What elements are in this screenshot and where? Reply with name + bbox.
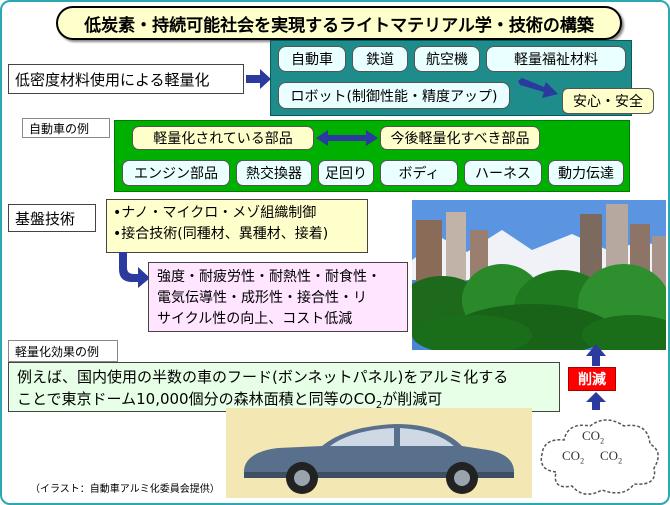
result-line: 強度・耐疲労性・耐熱性・耐食性・	[157, 269, 381, 285]
curved-arrow-icon	[119, 252, 150, 288]
auto-example-tag: 自動車の例	[22, 118, 110, 138]
part-item: 熱交換器	[236, 160, 312, 186]
effect-line: 例えば、国内使用の半数の車のフード(ボンネットパネル)をアルミ化する	[17, 368, 509, 386]
illustration-credit: （イラスト：自動車アルミ化委員会提供）	[30, 484, 220, 495]
current-parts-label: 軽量化されている部品	[132, 126, 314, 150]
application-item: ロボット(制御性能・精度アップ)	[278, 82, 510, 109]
part-item: エンジン部品	[122, 160, 230, 186]
application-item: 軽量福祉材料	[486, 46, 626, 72]
outcome-badge: 安心・安全	[562, 88, 654, 114]
effect-tag: 軽量化効果の例	[8, 340, 118, 362]
co2-label: CO2	[562, 448, 585, 466]
double-arrow-icon	[316, 130, 378, 146]
result-line: 電気伝導性・成形性・接合性・リ	[157, 290, 367, 306]
reduction-badge: 削減	[568, 367, 616, 391]
arrow-up-icon	[586, 344, 606, 366]
lightweighting-label: 低密度材料使用による軽量化	[8, 64, 244, 94]
part-item: ハーネス	[464, 160, 542, 186]
arrow-right-icon	[246, 69, 271, 89]
co2-cloud-icon	[540, 419, 659, 495]
slide: 低炭素・持続可能社会を実現するライトマテリアル学・技術の構築 低密度材料使用によ…	[0, 0, 670, 505]
application-item: 自動車	[278, 46, 346, 72]
car-illustration	[226, 408, 532, 498]
effect-box: 例えば、国内使用の半数の車のフード(ボンネットパネル)をアルミ化する ことで東京…	[8, 362, 560, 412]
base-tech-label: 基盤技術	[8, 204, 96, 232]
application-item: 鉄道	[352, 46, 408, 72]
future-parts-label: 今後軽量化すべき部品	[380, 126, 540, 150]
result-line: サイクル性の向上、コスト低減	[157, 311, 353, 327]
co2-label: CO2	[600, 448, 623, 466]
result-box: 強度・耐疲労性・耐熱性・耐食性・ 電気伝導性・成形性・接合性・リ サイクル性の向…	[148, 262, 408, 332]
base-tech-item: •ナノ・マイクロ・メゾ組織制御	[113, 205, 317, 221]
base-tech-box: •ナノ・マイクロ・メゾ組織制御 •接合技術(同種材、異種材、接着)	[106, 199, 368, 253]
base-tech-item: •接合技術(同種材、異種材、接着)	[113, 226, 329, 242]
part-item: ボディ	[380, 160, 458, 186]
part-item: 動力伝達	[548, 160, 624, 186]
co2-label: CO2	[582, 428, 605, 446]
part-item: 足回り	[318, 160, 374, 186]
city-forest-illustration	[412, 200, 666, 350]
application-item: 航空機	[414, 46, 480, 72]
arrow-right-down-icon	[518, 78, 558, 98]
page-title: 低炭素・持続可能社会を実現するライトマテリアル学・技術の構築	[56, 6, 622, 40]
arrow-up-icon	[586, 392, 606, 410]
